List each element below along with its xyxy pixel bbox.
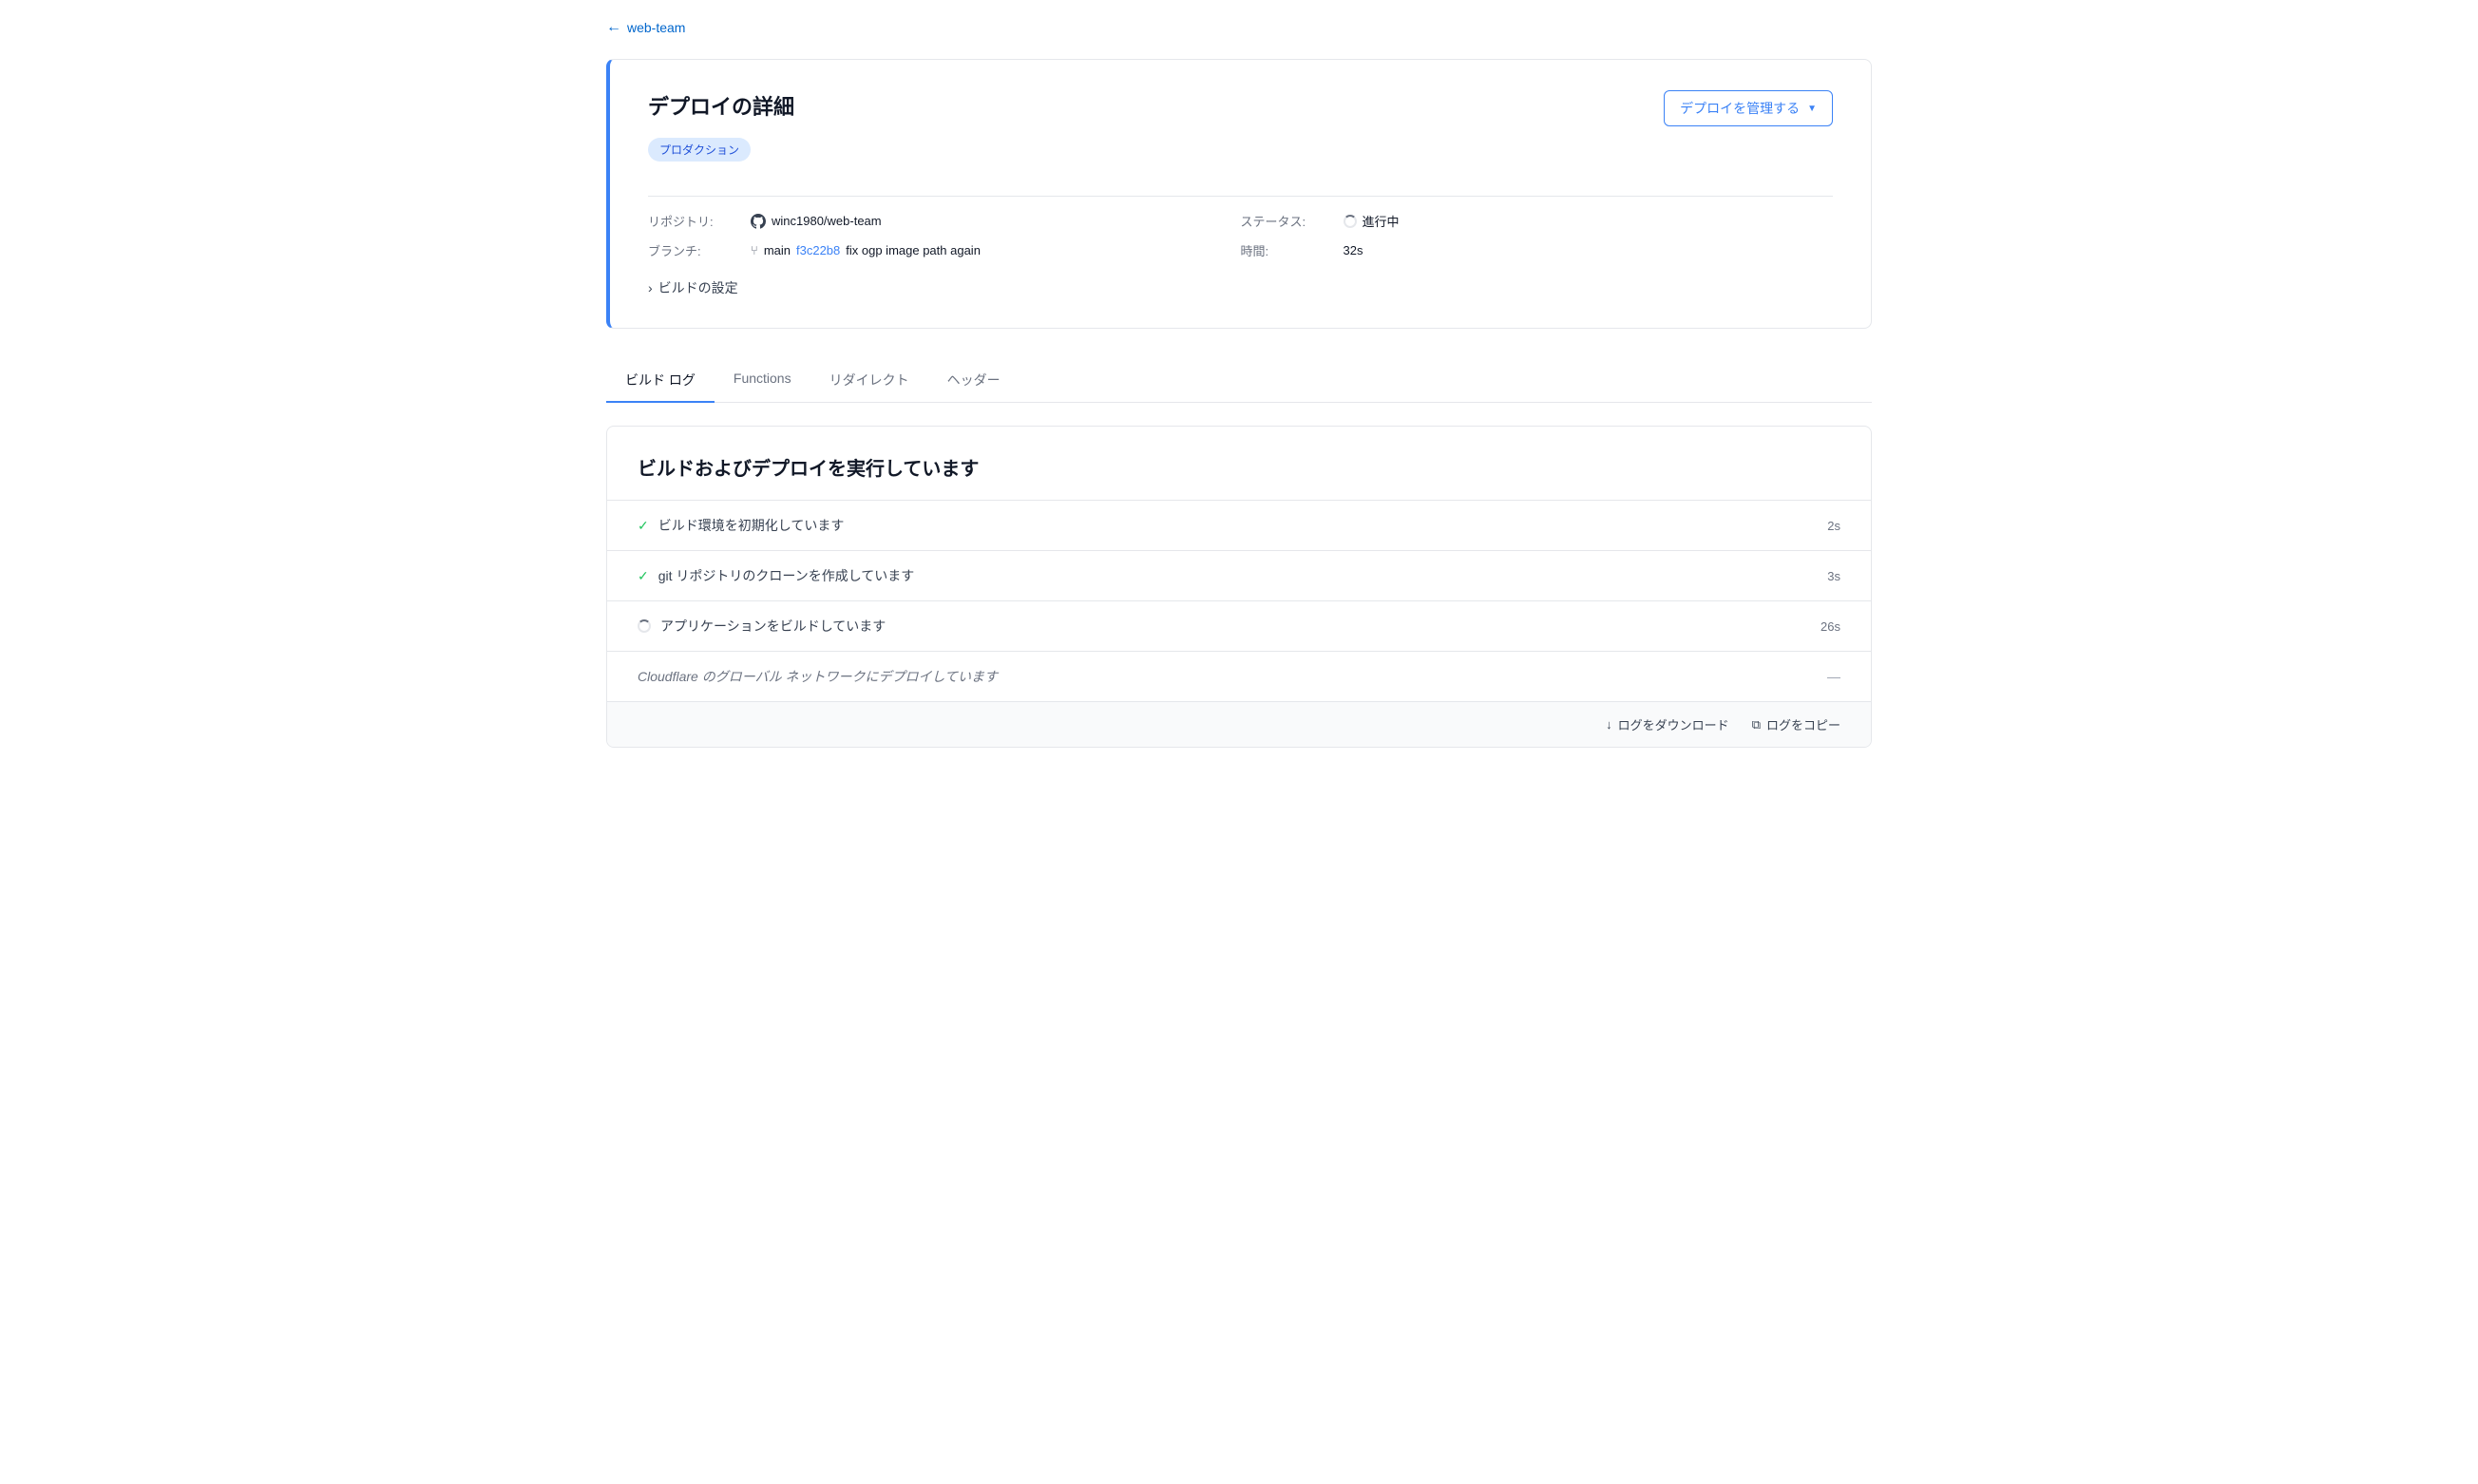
tab-redirects[interactable]: リダイレクト bbox=[810, 359, 928, 403]
log-step-3: アプリケーションをビルドしています 26s bbox=[607, 601, 1871, 652]
repo-name: winc1980/web-team bbox=[772, 214, 882, 228]
commit-link[interactable]: f3c22b8 bbox=[796, 243, 840, 257]
build-log-header: ビルドおよびデプロイを実行しています bbox=[607, 427, 1871, 500]
deploy-details-card: デプロイの詳細 デプロイを管理する ▼ プロダクション リポジトリ: winc1… bbox=[606, 59, 1872, 329]
step-text-4: Cloudflare のグローバル ネットワークにデプロイしています bbox=[638, 667, 998, 686]
log-step-1-left: ✓ ビルド環境を初期化しています bbox=[638, 516, 844, 535]
manage-deploy-label: デプロイを管理する bbox=[1680, 99, 1800, 118]
log-step-2: ✓ git リポジトリのクローンを作成しています 3s bbox=[607, 551, 1871, 601]
back-link[interactable]: ← web-team bbox=[606, 19, 685, 36]
log-step-4-left: Cloudflare のグローバル ネットワークにデプロイしています bbox=[638, 667, 998, 686]
commit-message: fix ogp image path again bbox=[846, 243, 981, 257]
back-link-label: web-team bbox=[627, 20, 685, 35]
log-step-3-left: アプリケーションをビルドしています bbox=[638, 617, 886, 636]
step-text-2: git リポジトリのクローンを作成しています bbox=[658, 566, 915, 585]
status-value: 進行中 bbox=[1344, 212, 1400, 230]
chevron-down-icon: ▼ bbox=[1807, 104, 1817, 114]
repo-value: winc1980/web-team bbox=[751, 214, 882, 229]
deploy-card-header: デプロイの詳細 デプロイを管理する ▼ bbox=[648, 90, 1833, 126]
tab-functions[interactable]: Functions bbox=[715, 359, 810, 403]
download-log-button[interactable]: ↓ ログをダウンロード bbox=[1606, 715, 1729, 733]
time-value: 32s bbox=[1344, 243, 1363, 257]
step-time-2: 3s bbox=[1827, 569, 1840, 583]
time-label: 時間: bbox=[1241, 241, 1336, 259]
manage-deploy-button[interactable]: デプロイを管理する ▼ bbox=[1664, 90, 1833, 126]
copy-icon: ⧉ bbox=[1752, 717, 1761, 732]
log-step-4: Cloudflare のグローバル ネットワークにデプロイしています — bbox=[607, 652, 1871, 701]
github-icon bbox=[751, 214, 766, 229]
step-text-1: ビルド環境を初期化しています bbox=[658, 516, 845, 535]
repo-label: リポジトリ: bbox=[648, 212, 743, 230]
status-text: 進行中 bbox=[1363, 212, 1400, 230]
log-step-1: ✓ ビルド環境を初期化しています 2s bbox=[607, 501, 1871, 551]
log-steps: ✓ ビルド環境を初期化しています 2s ✓ git リポジトリのクローンを作成し… bbox=[607, 500, 1871, 701]
branch-row: ブランチ: ⑂ main f3c22b8 fix ogp image path … bbox=[648, 241, 1241, 259]
chevron-right-icon: › bbox=[648, 280, 653, 295]
branch-icon: ⑂ bbox=[751, 243, 758, 257]
deploy-meta: リポジトリ: winc1980/web-team ブランチ: ⑂ main f3… bbox=[648, 212, 1833, 259]
tabs-container: ビルド ログ Functions リダイレクト ヘッダー bbox=[606, 359, 1872, 403]
tab-headers[interactable]: ヘッダー bbox=[928, 359, 1020, 403]
status-label: ステータス: bbox=[1241, 212, 1336, 230]
build-settings-label: ビルドの設定 bbox=[658, 278, 738, 297]
step-dash-4: — bbox=[1827, 669, 1840, 684]
build-log-card: ビルドおよびデプロイを実行しています ✓ ビルド環境を初期化しています 2s ✓… bbox=[606, 426, 1872, 748]
tabs-list: ビルド ログ Functions リダイレクト ヘッダー bbox=[606, 359, 1872, 402]
branch-value: ⑂ main f3c22b8 fix ogp image path again bbox=[751, 243, 981, 257]
copy-log-label: ログをコピー bbox=[1766, 715, 1840, 733]
back-arrow-icon: ← bbox=[606, 19, 621, 36]
log-footer: ↓ ログをダウンロード ⧉ ログをコピー bbox=[607, 701, 1871, 747]
step-time-1: 2s bbox=[1827, 519, 1840, 533]
spinner-icon-3 bbox=[638, 619, 651, 633]
production-badge: プロダクション bbox=[648, 138, 751, 162]
step-text-3: アプリケーションをビルドしています bbox=[660, 617, 886, 636]
log-step-2-left: ✓ git リポジトリのクローンを作成しています bbox=[638, 566, 914, 585]
check-icon-1: ✓ bbox=[638, 518, 649, 534]
divider bbox=[648, 196, 1833, 197]
download-log-label: ログをダウンロード bbox=[1618, 715, 1729, 733]
step-time-3: 26s bbox=[1820, 619, 1840, 634]
time-row: 時間: 32s bbox=[1241, 241, 1834, 259]
tab-build-log[interactable]: ビルド ログ bbox=[606, 359, 715, 403]
status-spinner-icon bbox=[1344, 215, 1357, 228]
download-icon: ↓ bbox=[1606, 717, 1612, 732]
status-row: ステータス: 進行中 bbox=[1241, 212, 1834, 230]
build-log-title: ビルドおよびデプロイを実行しています bbox=[638, 453, 1840, 481]
branch-name: main bbox=[764, 243, 791, 257]
deploy-title: デプロイの詳細 bbox=[648, 90, 794, 121]
build-settings-toggle[interactable]: › ビルドの設定 bbox=[648, 278, 1833, 297]
repo-row: リポジトリ: winc1980/web-team bbox=[648, 212, 1241, 230]
copy-log-button[interactable]: ⧉ ログをコピー bbox=[1752, 715, 1840, 733]
check-icon-2: ✓ bbox=[638, 568, 649, 584]
branch-label: ブランチ: bbox=[648, 241, 743, 259]
